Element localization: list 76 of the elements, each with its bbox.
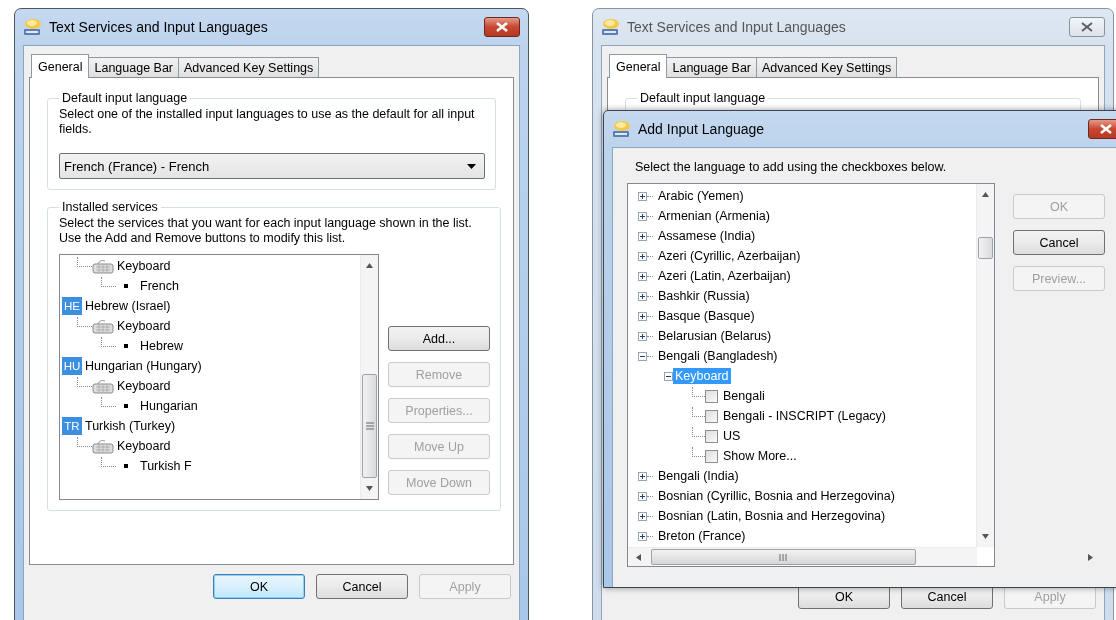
bullet-icon [124, 344, 128, 348]
scroll-left-icon [634, 552, 643, 562]
scroll-up-icon [365, 261, 374, 270]
app-icon [23, 17, 43, 37]
tree-item[interactable]: Hungarian (Hungary) [85, 359, 202, 373]
button[interactable]: Add... [388, 326, 490, 351]
language-badge: TR [62, 417, 82, 435]
tree-item[interactable]: Belarusian (Belarus) [656, 328, 774, 344]
tree-item[interactable]: Show More... [721, 448, 799, 464]
bullet-icon [124, 464, 128, 468]
scroll-down-icon [981, 532, 990, 541]
scrollbar[interactable] [976, 184, 994, 547]
tree-item[interactable]: Keyboard [117, 439, 171, 453]
scrollbar[interactable] [360, 255, 378, 499]
group-label: Default input language [639, 91, 767, 105]
language-badge: HE [62, 297, 82, 315]
description-text: Select one of the installed input languages to use as the default for all input fields. [59, 107, 476, 137]
checkbox[interactable] [705, 389, 718, 403]
window-title: Text Services and Input Languages [49, 19, 269, 35]
scrollbar-thumb[interactable] [978, 237, 993, 259]
checkbox[interactable] [705, 429, 718, 443]
tree-item[interactable]: Arabic (Yemen) [656, 188, 746, 204]
scroll-right-icon [1086, 552, 1095, 562]
tree-item[interactable]: Basque (Basque) [656, 308, 757, 324]
tree-item[interactable]: Azeri (Latin, Azerbaijan) [656, 268, 793, 284]
language-badge: HU [62, 357, 82, 375]
group-label: Installed services [61, 200, 159, 214]
group-label: Default input language [61, 91, 189, 105]
tree-item[interactable]: French [140, 279, 179, 293]
bullet-icon [124, 404, 128, 408]
checkbox[interactable] [705, 449, 718, 463]
tree-item[interactable]: Breton (France) [656, 528, 748, 544]
close-button[interactable] [1088, 119, 1116, 139]
app-icon [601, 17, 621, 37]
tree-item[interactable]: Keyboard [117, 259, 171, 273]
close-button[interactable] [484, 17, 520, 37]
tree-item[interactable]: Armenian (Armenia) [656, 208, 772, 224]
button[interactable]: Cancel [1013, 230, 1105, 255]
close-icon [495, 21, 509, 33]
checkbox[interactable] [705, 409, 718, 423]
tree-item[interactable]: Hebrew [140, 339, 184, 353]
tree-item[interactable]: Bosnian (Latin, Bosnia and Herzegovina) [656, 508, 888, 524]
tree-item[interactable]: Keyboard [117, 379, 171, 393]
tree-item[interactable]: Bashkir (Russia) [656, 288, 752, 304]
app-icon [612, 119, 632, 139]
tree-item[interactable]: Bengali [721, 388, 767, 404]
tab[interactable]: Language Bar [88, 57, 180, 77]
button[interactable]: OK [213, 574, 305, 599]
tree-item[interactable]: Hebrew (Israel) [85, 299, 171, 313]
window-title: Add Input Language [638, 121, 766, 137]
scroll-up-icon [981, 190, 990, 199]
close-icon [1099, 123, 1113, 135]
scrollbar-thumb[interactable] [651, 549, 916, 565]
scroll-down-icon [365, 484, 374, 493]
caret-icon [467, 161, 476, 171]
tree-item[interactable]: Turkish F [140, 459, 192, 473]
tree-item[interactable]: Bengali - INSCRIPT (Legacy) [721, 408, 889, 424]
tree-item[interactable]: Bosnian (Cyrillic, Bosnia and Herzegovina) [656, 488, 897, 504]
tree-item[interactable]: Bengali (Bangladesh) [656, 348, 780, 364]
scrollbar-thumb[interactable] [362, 374, 377, 478]
bullet-icon [124, 284, 128, 288]
tree-item[interactable]: Hungarian [140, 399, 198, 413]
tab[interactable]: Advanced Key Settings [178, 57, 320, 77]
button[interactable]: Cancel [316, 574, 408, 599]
tree-item[interactable]: Assamese (India) [656, 228, 758, 244]
tree-item[interactable]: US [721, 428, 743, 444]
language-dropdown[interactable]: French (France) - French [59, 153, 485, 179]
tree-item[interactable]: Keyboard [117, 319, 171, 333]
tree-item[interactable]: Azeri (Cyrillic, Azerbaijan) [656, 248, 803, 264]
window-title: Text Services and Input Languages [627, 19, 847, 35]
tree-item[interactable]: Turkish (Turkey) [85, 419, 176, 433]
instruction-text: Select the language to add using the checkboxes below. [635, 160, 948, 174]
close-icon [1080, 21, 1094, 33]
tree-item[interactable]: Bengali (India) [656, 468, 741, 484]
description-text: Select the services that you want for each input language shown in the list. Use the Add and Remove buttons to modify this list. [59, 216, 473, 246]
tab[interactable]: General [31, 54, 90, 78]
